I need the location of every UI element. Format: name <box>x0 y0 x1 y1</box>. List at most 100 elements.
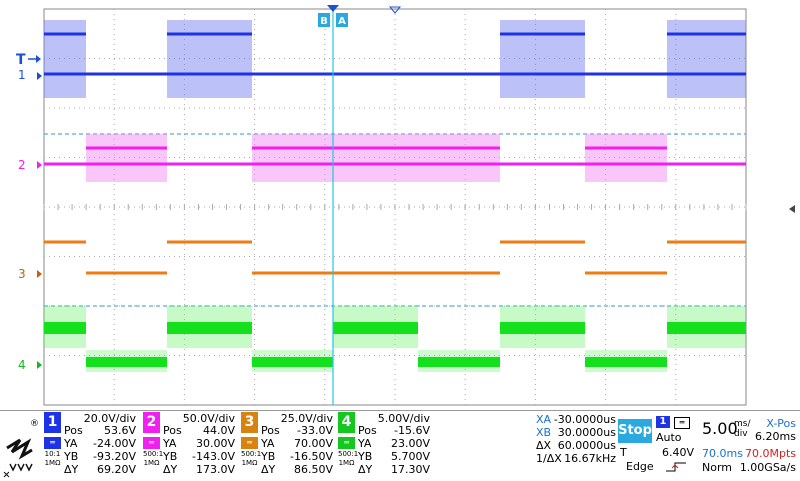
ch1-settings-panel[interactable]: 1 20.0V/div Pos 53.6V ═ YA -24.00V YB -93.2… <box>44 411 140 479</box>
ch3-dy: 86.50V <box>293 463 333 476</box>
cursor-readout[interactable]: XA -30.0000us XB 30.0000us ΔX 60.0000us 1/Δ… <box>536 413 616 477</box>
ch4-dy: 17.30V <box>390 463 430 476</box>
cursor-b-label: B <box>320 16 328 27</box>
xa-value: -30.0000us <box>553 413 616 426</box>
ch4-settings-panel[interactable]: 4 5.00V/div Pos -15.6V ═ YA 23.00V YB 5.700… <box>338 411 434 479</box>
svg-text:®: ® <box>30 419 39 429</box>
ch1-impedance: 1MΩ <box>44 459 61 467</box>
ch1-coupling-icon: ═ <box>44 437 61 449</box>
ch1-envelope <box>500 20 585 98</box>
ch1-yb: -93.20V <box>93 450 136 463</box>
ch3-yb-label: YB <box>261 450 276 463</box>
dx-label: ΔX <box>536 439 552 452</box>
xa-label: XA <box>536 413 552 426</box>
ch2-pos-label: Pos <box>163 424 182 437</box>
ch4-trace-low <box>252 357 333 367</box>
freq-value: 16.67kHz <box>564 452 616 465</box>
ch3-settings-panel[interactable]: 3 25.0V/div Pos -33.0V ═ YA 70.00V YB -16.5… <box>241 411 337 479</box>
acquisition-mode[interactable]: Norm <box>702 461 732 474</box>
ch2-badge[interactable]: 2 <box>143 412 160 433</box>
trigger-coupling-icon: ═ <box>674 417 690 429</box>
cursor-a-label: A <box>338 16 346 27</box>
memory-time: 70.0ms <box>702 447 743 460</box>
freq-label: 1/ΔX <box>536 452 562 465</box>
trigger-source-badge[interactable]: 1 <box>656 416 670 428</box>
rising-edge-icon <box>666 462 686 472</box>
trigger-panel[interactable]: Stop 1 ═ Auto T 6.40V Edge <box>618 413 696 477</box>
sample-rate: 1.00GSa/s <box>739 461 796 474</box>
ch1-pos: 53.6V <box>103 424 136 437</box>
ch4-trace-high <box>44 322 86 334</box>
xb-label: XB <box>536 426 552 439</box>
ch2-impedance: 1MΩ <box>143 459 160 467</box>
ch1-dy-label: ΔY <box>64 463 79 476</box>
ch2-marker-label: 2 <box>18 158 26 172</box>
ch4-yb: 5.700V <box>390 450 430 463</box>
ch2-settings-panel[interactable]: 2 50.0V/div Pos 44.0V ═ YA 30.00V YB -143.0… <box>143 411 239 479</box>
ch4-trace-high <box>500 322 585 334</box>
ch2-ya-label: YA <box>163 437 177 450</box>
ch3-badge[interactable]: 3 <box>241 412 258 433</box>
ch1-dy: 69.20V <box>96 463 136 476</box>
ch3-dy-label: ΔY <box>261 463 276 476</box>
waveform-display[interactable]: B A T 1 2 3 4 <box>0 0 800 410</box>
dx-value: 60.0000us <box>557 439 616 452</box>
memory-points: 70.0Mpts <box>744 447 796 460</box>
ch1-ya: -24.00V <box>93 437 136 450</box>
ch4-badge[interactable]: 4 <box>338 412 355 433</box>
ch4-pos: -15.6V <box>394 424 430 437</box>
ch3-ya: 70.00V <box>293 437 333 450</box>
ch4-trace-high <box>333 322 418 334</box>
ch4-trace-low <box>585 357 667 367</box>
ch3-pos-label: Pos <box>261 424 280 437</box>
ch2-ya: 30.00V <box>195 437 235 450</box>
ch4-trace-low <box>418 357 500 367</box>
ch4-trace-high <box>667 322 746 334</box>
ch4-impedance: 1MΩ <box>338 459 355 467</box>
ch2-dy-label: ΔY <box>163 463 178 476</box>
ch4-dy-label: ΔY <box>358 463 373 476</box>
ch3-ya-label: YA <box>261 437 275 450</box>
timebase-panel[interactable]: 5.00 ms/ div X-Pos 6.20ms 70.0ms 70.0Mpt… <box>698 413 798 477</box>
ch4-yb-label: YB <box>358 450 373 463</box>
ch3-impedance: 1MΩ <box>241 459 258 467</box>
xb-value: 30.0000us <box>557 426 616 439</box>
trigger-level-value: 6.40V <box>661 446 694 459</box>
xpos-label: X-Pos <box>766 417 796 430</box>
ch3-yb: -16.50V <box>290 450 333 463</box>
ch3-pos: -33.0V <box>297 424 333 437</box>
ch2-envelope <box>252 134 500 182</box>
ch2-coupling-icon: ═ <box>143 437 160 449</box>
trigger-type[interactable]: Edge <box>626 460 654 473</box>
ch3-marker-label: 3 <box>18 267 26 281</box>
ch1-envelope <box>44 20 86 98</box>
ch2-yb: -143.0V <box>192 450 235 463</box>
trigger-mode[interactable]: Auto <box>656 431 682 444</box>
zlg-logo-icon: ® <box>3 419 39 478</box>
ch4-trace-high <box>167 322 252 334</box>
timebase-value[interactable]: 5.00 <box>702 419 738 438</box>
trigger-level-label: T <box>16 52 26 68</box>
ch1-badge[interactable]: 1 <box>44 412 61 433</box>
ch1-pos-label: Pos <box>64 424 83 437</box>
timebase-unit-top: ms/ <box>734 419 751 429</box>
ch3-coupling-icon: ═ <box>241 437 258 449</box>
trigger-level-label-text: T <box>620 446 627 459</box>
ch4-ya: 23.00V <box>390 437 430 450</box>
xpos-value: 6.20ms <box>755 430 796 443</box>
ch4-ya-label: YA <box>358 437 372 450</box>
ch4-pos-label: Pos <box>358 424 377 437</box>
ch4-trace-low <box>86 357 167 367</box>
run-stop-button[interactable]: Stop <box>618 419 652 443</box>
ch1-marker-label: 1 <box>18 68 26 82</box>
ch2-envelope <box>585 134 667 182</box>
ch2-envelope <box>86 134 167 182</box>
ch1-envelope <box>667 20 746 98</box>
ch4-marker-label: 4 <box>18 358 26 372</box>
ch1-envelope <box>167 20 252 98</box>
ch1-yb-label: YB <box>64 450 79 463</box>
timebase-unit-bottom: div <box>734 429 748 439</box>
ch2-yb-label: YB <box>163 450 178 463</box>
ch2-pos: 44.0V <box>202 424 235 437</box>
ch4-coupling-icon: ═ <box>338 437 355 449</box>
